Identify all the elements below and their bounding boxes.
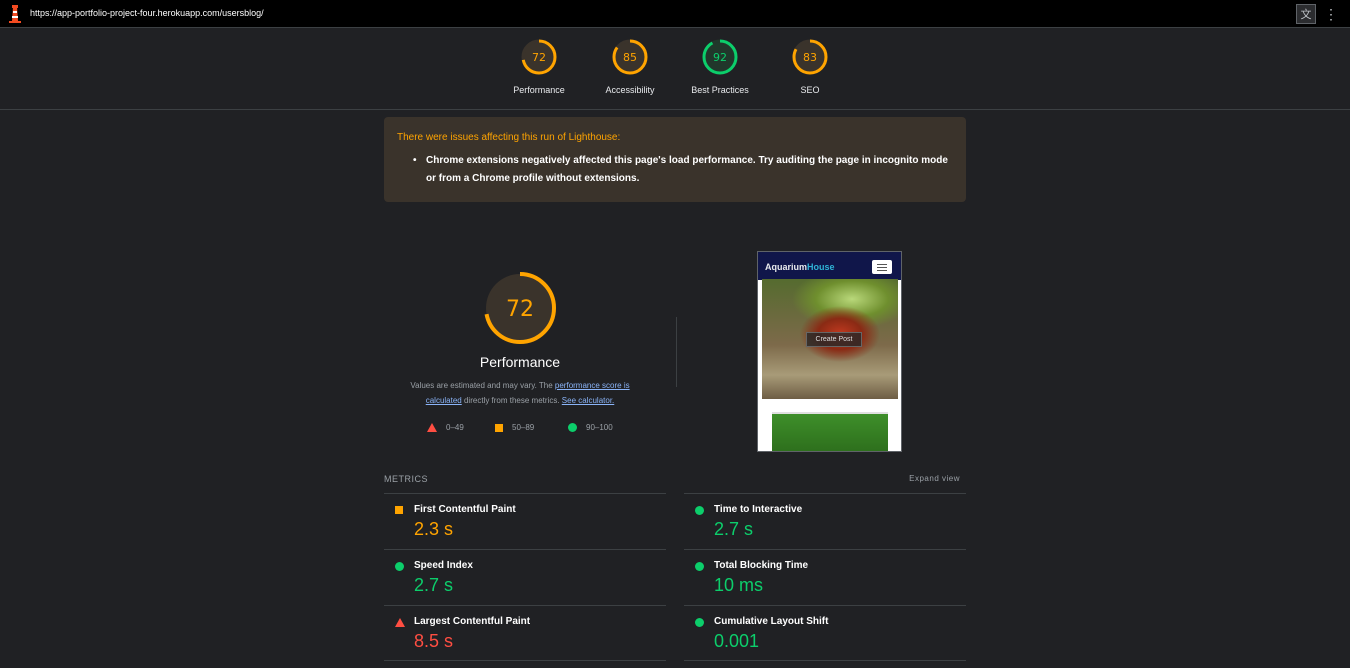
url-bar: https://app-portfolio-project-four.herok… bbox=[0, 0, 1350, 28]
warning-list: Chrome extensions negatively affected th… bbox=[397, 152, 953, 188]
metrics-title: METRICS bbox=[384, 474, 428, 484]
metric-total-blocking-time: Total Blocking Time 10 ms bbox=[684, 549, 966, 605]
divider bbox=[676, 317, 677, 387]
performance-title: Performance bbox=[479, 354, 561, 370]
circle-icon bbox=[695, 618, 704, 627]
svg-text:92: 92 bbox=[713, 51, 727, 64]
thumb-navbar: AquariumHouse bbox=[758, 252, 901, 280]
gauge-ring: 72 bbox=[521, 39, 557, 75]
metric-value: 0.001 bbox=[714, 631, 760, 651]
circle-icon bbox=[568, 423, 577, 433]
see-calculator-link[interactable]: See calculator. bbox=[562, 396, 614, 405]
svg-text:72: 72 bbox=[506, 297, 534, 322]
svg-text:83: 83 bbox=[803, 51, 817, 64]
gauge-seo[interactable]: 83 SEO bbox=[765, 38, 855, 95]
metric-value: 2.7 s bbox=[714, 519, 754, 539]
gauge-label: Best Practices bbox=[691, 85, 749, 95]
brand-part: Aquarium bbox=[765, 262, 808, 272]
square-icon bbox=[495, 423, 503, 432]
gauge-label: Performance bbox=[513, 85, 565, 95]
legend-range: 90–100 bbox=[586, 423, 613, 432]
final-screenshot[interactable]: AquariumHouse Create Post bbox=[757, 251, 902, 452]
metric-value: 10 ms bbox=[714, 575, 764, 595]
svg-text:85: 85 bbox=[623, 51, 637, 64]
triangle-icon bbox=[427, 423, 437, 433]
translate-icon[interactable]: 文 bbox=[1296, 4, 1316, 24]
legend-range: 50–89 bbox=[512, 423, 535, 432]
circle-icon bbox=[695, 562, 704, 571]
brand-part: House bbox=[807, 262, 835, 272]
more-options-icon[interactable]: ⋮ bbox=[1321, 4, 1341, 24]
square-icon bbox=[395, 506, 403, 514]
metrics-header: METRICS Expand view bbox=[384, 474, 966, 486]
metric-first-contentful-paint: First Contentful Paint 2.3 s bbox=[384, 493, 666, 549]
metric-value: 2.7 s bbox=[414, 575, 454, 595]
divider bbox=[684, 660, 966, 661]
legend-average: 50–89 bbox=[495, 423, 534, 432]
warning-item: Chrome extensions negatively affected th… bbox=[413, 152, 948, 188]
lighthouse-icon bbox=[9, 5, 21, 23]
metric-value: 8.5 s bbox=[414, 631, 454, 651]
warning-title: There were issues affecting this run of … bbox=[397, 132, 621, 143]
metric-title: First Contentful Paint bbox=[414, 504, 516, 515]
metric-title: Total Blocking Time bbox=[714, 560, 809, 571]
circle-icon bbox=[695, 506, 704, 515]
performance-description: Values are estimated and may vary. The p… bbox=[384, 378, 656, 408]
metric-title: Time to Interactive bbox=[714, 504, 803, 515]
score-gauges-header: 72 Performance 85 Accessibility 92 Best … bbox=[0, 28, 1350, 110]
svg-text:72: 72 bbox=[532, 51, 546, 64]
metric-largest-contentful-paint: Largest Contentful Paint 8.5 s bbox=[384, 605, 666, 661]
hamburger-icon bbox=[872, 260, 892, 274]
desc-text: directly from these metrics. bbox=[461, 396, 562, 405]
metric-time-to-interactive: Time to Interactive 2.7 s bbox=[684, 493, 966, 549]
metric-cumulative-layout-shift: Cumulative Layout Shift 0.001 bbox=[684, 605, 966, 661]
performance-summary: 72 Performance Values are estimated and … bbox=[384, 270, 656, 433]
metric-title: Speed Index bbox=[414, 560, 473, 571]
gauge-ring: 92 bbox=[702, 39, 738, 75]
legend-fail: 0–49 bbox=[427, 423, 464, 433]
legend-range: 0–49 bbox=[446, 423, 464, 432]
divider bbox=[384, 660, 666, 661]
performance-gauge: 72 bbox=[484, 272, 556, 344]
metric-title: Largest Contentful Paint bbox=[414, 616, 531, 627]
expand-view-toggle[interactable]: Expand view bbox=[909, 474, 960, 483]
thumb-brand: AquariumHouse bbox=[765, 262, 835, 272]
warning-box: There were issues affecting this run of … bbox=[384, 117, 966, 202]
triangle-icon bbox=[395, 618, 405, 627]
gauge-ring: 85 bbox=[612, 39, 648, 75]
metric-value: 2.3 s bbox=[414, 519, 454, 539]
thumb-cta: Create Post bbox=[806, 332, 862, 347]
gauge-label: SEO bbox=[800, 85, 820, 95]
thumb-hero-image: Create Post bbox=[762, 279, 898, 399]
circle-icon bbox=[395, 562, 404, 571]
page-url[interactable]: https://app-portfolio-project-four.herok… bbox=[30, 8, 264, 18]
metric-title: Cumulative Layout Shift bbox=[714, 616, 829, 627]
metric-speed-index: Speed Index 2.7 s bbox=[384, 549, 666, 605]
gauge-ring: 83 bbox=[792, 39, 828, 75]
gauge-performance[interactable]: 72 Performance bbox=[494, 38, 584, 95]
score-legend: 0–49 50–89 90–100 bbox=[384, 423, 656, 437]
legend-pass: 90–100 bbox=[568, 423, 613, 433]
desc-text: Values are estimated and may vary. The bbox=[410, 381, 555, 390]
gauge-label: Accessibility bbox=[605, 85, 655, 95]
gauge-best-practices[interactable]: 92 Best Practices bbox=[675, 38, 765, 95]
gauge-accessibility[interactable]: 85 Accessibility bbox=[585, 38, 675, 95]
thumb-card-image bbox=[772, 412, 888, 451]
